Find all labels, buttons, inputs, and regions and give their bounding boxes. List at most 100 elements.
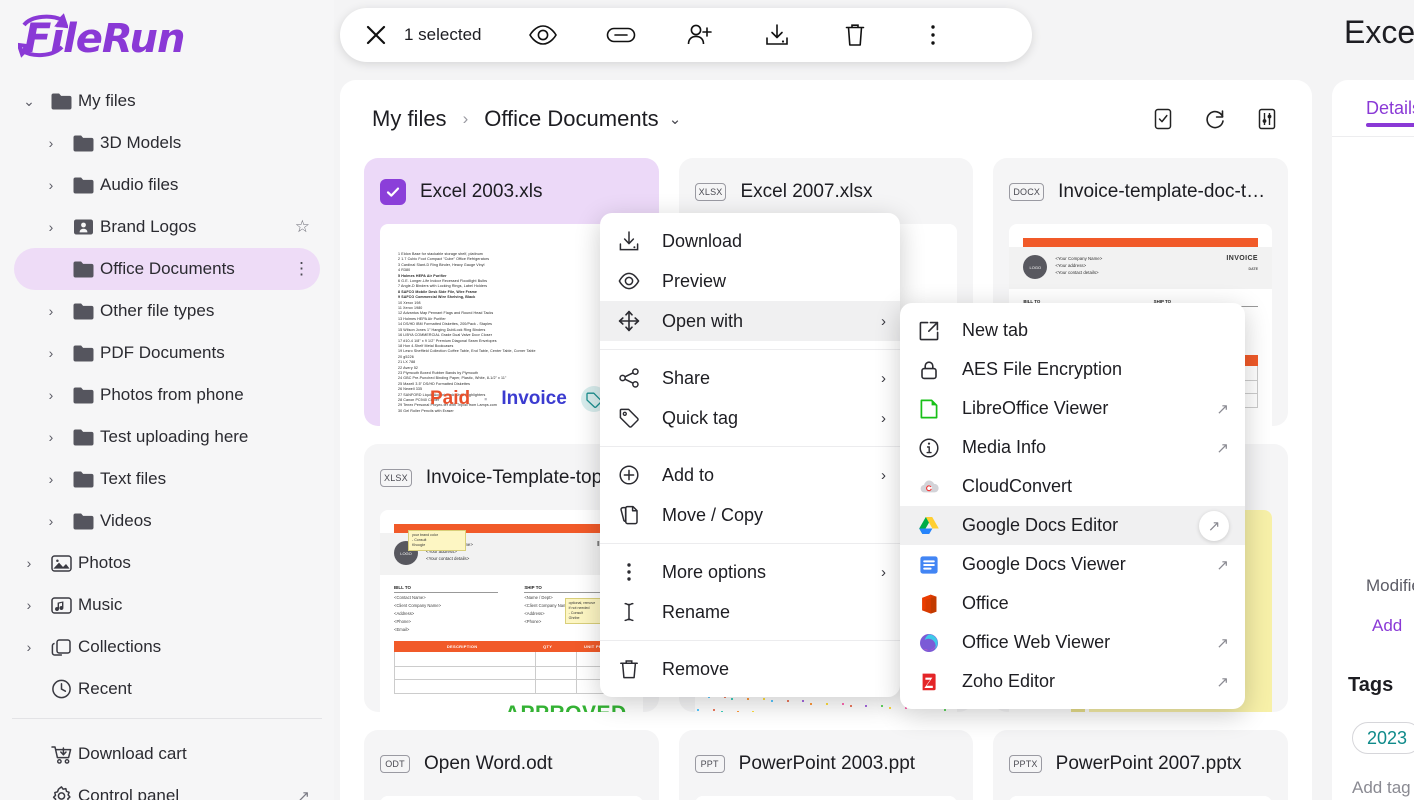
- sidebar-item-videos[interactable]: ›Videos: [14, 500, 320, 542]
- brand-logo[interactable]: FileRun: [0, 0, 334, 74]
- preview-icon: [618, 270, 662, 292]
- breadcrumb-root[interactable]: My files: [372, 106, 447, 132]
- expand-chevron-icon[interactable]: ›: [36, 514, 66, 528]
- menu-item-preview[interactable]: Preview: [600, 261, 900, 301]
- submenu-item-google-docs-viewer[interactable]: Google Docs Viewer↗: [900, 545, 1245, 584]
- expand-chevron-icon[interactable]: ›: [36, 346, 66, 360]
- sort-options-icon[interactable]: [1254, 106, 1280, 132]
- sidebar-item-brand-logos[interactable]: ›Brand Logos☆: [14, 206, 320, 248]
- submenu-item-aes-file-encryption[interactable]: AES File Encryption: [900, 350, 1245, 389]
- menu-item-remove[interactable]: Remove: [600, 649, 900, 689]
- sidebar-item-pdf-documents[interactable]: ›PDF Documents: [14, 332, 320, 374]
- menu-item-download[interactable]: Download: [600, 221, 900, 261]
- menu-item-move-copy[interactable]: Move / Copy: [600, 495, 900, 535]
- submenu-item-label: Zoho Editor: [962, 671, 1055, 692]
- trash-icon[interactable]: [840, 20, 870, 50]
- libreoffice-icon: [918, 398, 962, 420]
- invoice-title: INVOICE: [1226, 255, 1258, 262]
- submenu-item-label: AES File Encryption: [962, 359, 1122, 380]
- expand-chevron-icon[interactable]: ›: [36, 136, 66, 150]
- preview-icon[interactable]: [528, 20, 558, 50]
- sidebar-item-music[interactable]: ›Music: [14, 584, 320, 626]
- expand-chevron-icon[interactable]: ›: [14, 556, 44, 570]
- external-link-icon: ↗: [297, 787, 310, 800]
- invoice-line: <Address>: [394, 610, 498, 617]
- favorite-star-icon[interactable]: ☆: [295, 217, 310, 237]
- chevron-right-icon: ›: [881, 370, 886, 387]
- sidebar-item-photos[interactable]: ›Photos: [14, 542, 320, 584]
- close-selection-icon[interactable]: [358, 17, 394, 53]
- folder-options-icon[interactable]: ⋮: [293, 264, 310, 274]
- expand-chevron-icon[interactable]: ›: [36, 220, 66, 234]
- cloudconvert-icon: [918, 476, 962, 498]
- menu-item-label: Move / Copy: [662, 505, 763, 526]
- sidebar-item-control-panel[interactable]: Control panel↗: [14, 775, 320, 800]
- sidebar-item-office-documents[interactable]: Office Documents⋮: [14, 248, 320, 290]
- sidebar-item-recent[interactable]: Recent: [14, 668, 320, 710]
- submenu-item-google-docs-editor[interactable]: Google Docs Editor↗: [900, 506, 1245, 545]
- sidebar-item-other-file-types[interactable]: ›Other file types: [14, 290, 320, 332]
- ms-office-icon: [918, 593, 962, 615]
- file-type-badge: PPT: [695, 755, 725, 773]
- refresh-icon[interactable]: [1202, 106, 1228, 132]
- submenu-item-cloudconvert[interactable]: CloudConvert: [900, 467, 1245, 506]
- sidebar-item-3d-models[interactable]: ›3D Models: [14, 122, 320, 164]
- download-icon[interactable]: [762, 20, 792, 50]
- company-address: <Your address>: [1055, 262, 1102, 269]
- link-icon[interactable]: [606, 20, 636, 50]
- more-icon[interactable]: [918, 20, 948, 50]
- add-tag-link[interactable]: Add tag: [1352, 778, 1411, 798]
- menu-item-share[interactable]: Share›: [600, 358, 900, 398]
- submenu-item-new-tab[interactable]: New tab: [900, 311, 1245, 350]
- menu-item-more-options[interactable]: More options›: [600, 552, 900, 592]
- folder-icon: [44, 91, 78, 111]
- expand-chevron-icon[interactable]: ›: [36, 178, 66, 192]
- sidebar-item-test-uploading-here[interactable]: ›Test uploading here: [14, 416, 320, 458]
- sidebar-item-collections[interactable]: ›Collections: [14, 626, 320, 668]
- company-contact: <Your contact details>: [1055, 269, 1102, 276]
- submenu-item-media-info[interactable]: Media Info↗: [900, 428, 1245, 467]
- submenu-item-office-web-viewer[interactable]: Office Web Viewer↗: [900, 623, 1245, 662]
- menu-item-rename[interactable]: Rename: [600, 592, 900, 632]
- sidebar-item-text-files[interactable]: ›Text files: [14, 458, 320, 500]
- file-checkbox[interactable]: [380, 179, 406, 205]
- expand-chevron-icon[interactable]: ›: [36, 304, 66, 318]
- gear-icon: [44, 785, 78, 800]
- add-user-icon[interactable]: [684, 20, 714, 50]
- submenu-item-libreoffice-viewer[interactable]: LibreOffice Viewer↗: [900, 389, 1245, 428]
- sidebar-item-photos-from-phone[interactable]: ›Photos from phone: [14, 374, 320, 416]
- expand-chevron-icon[interactable]: ›: [36, 430, 66, 444]
- expand-chevron-icon[interactable]: ›: [14, 640, 44, 654]
- submenu-item-label: Google Docs Editor: [962, 515, 1118, 536]
- menu-item-label: Preview: [662, 271, 726, 292]
- expand-chevron-icon[interactable]: ›: [36, 388, 66, 402]
- folder-icon: [66, 175, 100, 195]
- file-name: PowerPoint 2003.ppt: [739, 753, 915, 775]
- tag-chip-2023[interactable]: 2023: [1352, 722, 1414, 754]
- sidebar-item-download-cart[interactable]: Download cart: [14, 733, 320, 775]
- expand-chevron-icon[interactable]: ›: [14, 598, 44, 612]
- submenu-item-office[interactable]: Office: [900, 584, 1245, 623]
- file-card[interactable]: ODTOpen Word.odt: [364, 730, 659, 800]
- breadcrumb-current[interactable]: Office Documents ⌄: [484, 106, 681, 132]
- expand-chevron-icon[interactable]: ⌄: [14, 94, 44, 108]
- details-tabs: Details: [1332, 80, 1414, 136]
- sidebar-item-my-files[interactable]: ⌄My files: [14, 80, 320, 122]
- tab-details[interactable]: Details: [1366, 80, 1414, 136]
- tag-invoice: Invoice: [501, 388, 566, 410]
- submenu-item-label: Media Info: [962, 437, 1046, 458]
- expand-chevron-icon[interactable]: ›: [36, 472, 66, 486]
- file-card-header: PPTXPowerPoint 2007.pptx: [1009, 744, 1272, 784]
- file-card[interactable]: PPTXPowerPoint 2007.pptx: [993, 730, 1288, 800]
- tag-icon: [618, 407, 662, 429]
- menu-item-quick-tag[interactable]: Quick tag›: [600, 398, 900, 438]
- sidebar-item-audio-files[interactable]: ›Audio files: [14, 164, 320, 206]
- breadcrumb-current-label: Office Documents: [484, 106, 658, 132]
- file-card[interactable]: PPT PowerPoint 2003.ppt: [679, 730, 974, 800]
- select-all-icon[interactable]: [1150, 106, 1176, 132]
- details-add-link[interactable]: Add: [1372, 616, 1402, 636]
- submenu-item-zoho-editor[interactable]: Zoho Editor↗: [900, 662, 1245, 701]
- file-type-badge: XLSX: [695, 183, 727, 201]
- menu-item-open-with[interactable]: Open with›: [600, 301, 900, 341]
- menu-item-add-to[interactable]: Add to›: [600, 455, 900, 495]
